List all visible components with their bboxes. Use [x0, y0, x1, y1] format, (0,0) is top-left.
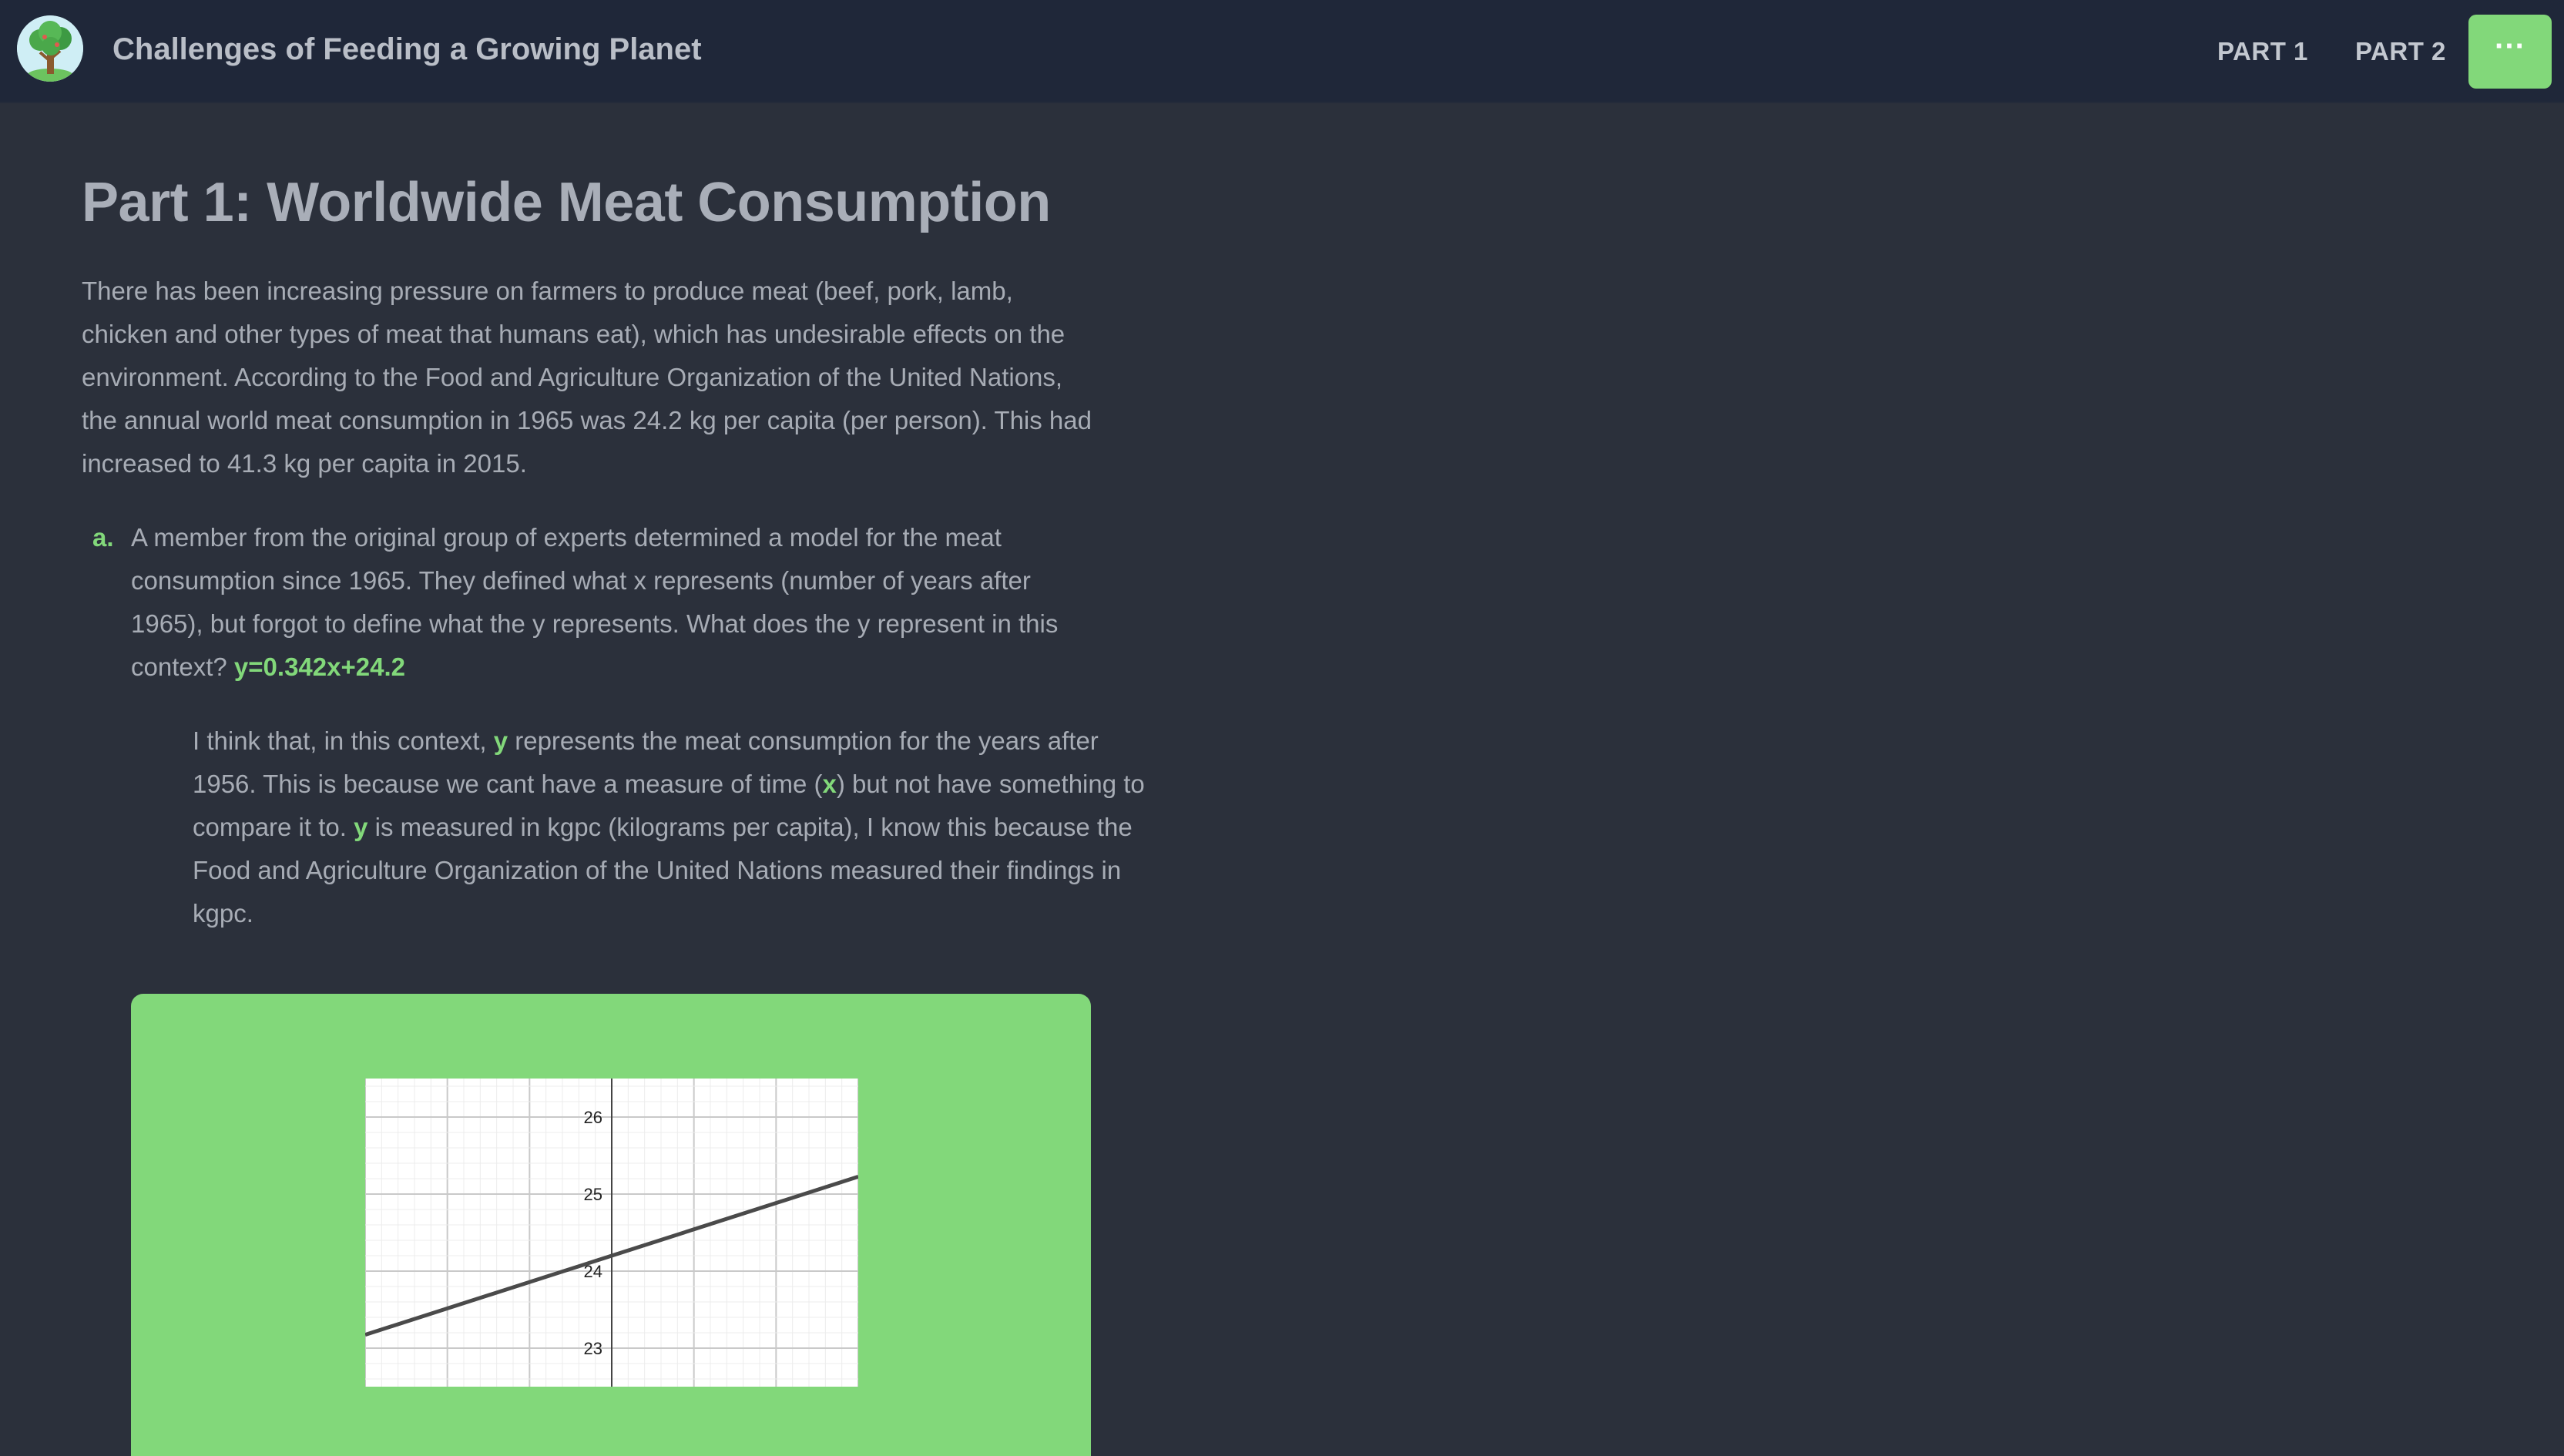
tree-logo-icon[interactable]: [17, 15, 83, 82]
nav-link-part-1[interactable]: PART 1: [2217, 37, 2308, 66]
main-content: Part 1: Worldwide Meat Consumption There…: [82, 171, 1145, 1456]
answer-y-var: y: [493, 726, 508, 755]
more-dots-icon: ···: [2495, 29, 2525, 63]
site-title[interactable]: Challenges of Feeding a Growing Planet: [112, 32, 702, 67]
y-tick-label: 26: [584, 1108, 602, 1127]
question-marker: a.: [92, 523, 114, 552]
page-title: Part 1: Worldwide Meat Consumption: [82, 172, 1051, 233]
line-graph[interactable]: 26252423: [365, 1079, 858, 1387]
nav-link-part-2[interactable]: PART 2: [2355, 37, 2446, 66]
top-navigation-bar: Challenges of Feeding a Growing Planet P…: [0, 0, 2564, 103]
answer-y-var-2: y: [354, 813, 368, 841]
answer-paragraph: I think that, in this context, y represe…: [193, 720, 1160, 935]
y-tick-label: 25: [584, 1185, 602, 1204]
y-tick-label: 23: [584, 1339, 602, 1358]
intro-paragraph: There has been increasing pressure on fa…: [82, 277, 1092, 478]
answer-x-var: x: [822, 770, 837, 798]
question-a: a. A member from the original group of e…: [82, 516, 1099, 689]
question-equation: y=0.342x+24.2: [233, 653, 405, 681]
answer-text-1: I think that, in this context,: [193, 726, 487, 755]
more-menu-button[interactable]: ···: [2468, 15, 2552, 89]
graph-card: 26 25 24 23: [131, 994, 1091, 1456]
